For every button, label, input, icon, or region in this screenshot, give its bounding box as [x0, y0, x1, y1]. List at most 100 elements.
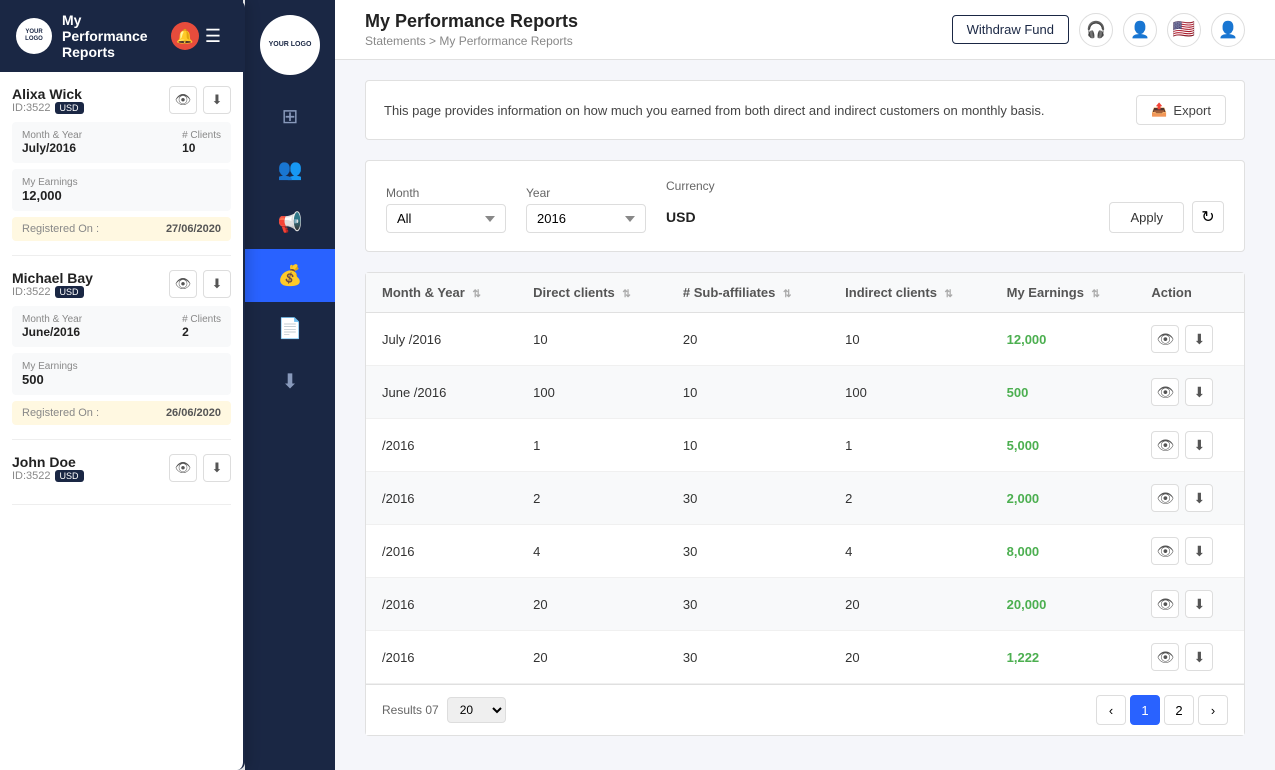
info-text: This page provides information on how mu…: [384, 103, 1044, 118]
month-filter-group: Month All January February March April M…: [386, 186, 506, 233]
registered-row-1: Registered On : 27/06/2020: [12, 217, 231, 241]
filters-bar: Month All January February March April M…: [365, 160, 1245, 252]
prev-page-button[interactable]: ‹: [1096, 695, 1126, 725]
download-button[interactable]: ⬇: [1185, 590, 1213, 618]
cell-earnings: 20,000: [991, 578, 1136, 631]
client-name-2: Michael Bay: [12, 270, 93, 286]
cell-month-year: /2016: [366, 419, 517, 472]
headset-icon[interactable]: 🎧: [1079, 13, 1113, 47]
currency-value: USD: [666, 201, 715, 233]
page-1-button[interactable]: 1: [1130, 695, 1160, 725]
sort-direct-icon[interactable]: ⇅: [622, 289, 630, 300]
row-action-btns: 👁 ⬇: [1151, 643, 1228, 671]
client-download-btn-1[interactable]: ⬇: [203, 86, 231, 114]
cell-indirect-clients: 4: [829, 525, 990, 578]
view-button[interactable]: 👁: [1151, 431, 1179, 459]
col-indirect-clients: Indirect clients ⇅: [829, 273, 990, 313]
cell-indirect-clients: 1: [829, 419, 990, 472]
refresh-button[interactable]: ↻: [1192, 201, 1224, 233]
client-download-btn-3[interactable]: ⬇: [203, 454, 231, 482]
earnings-value-2: 500: [22, 372, 221, 387]
cell-action: 👁 ⬇: [1135, 313, 1244, 366]
client-download-btn-2[interactable]: ⬇: [203, 270, 231, 298]
client-name-1: Alixa Wick: [12, 86, 84, 102]
sort-month-year-icon[interactable]: ⇅: [472, 289, 480, 300]
breadcrumb: Statements > My Performance Reports: [365, 34, 578, 48]
cell-sub-affiliates: 10: [667, 419, 829, 472]
sidebar-item-reports[interactable]: 💰: [245, 249, 335, 302]
sort-earnings-icon[interactable]: ⇅: [1092, 289, 1100, 300]
panel-menu-icon[interactable]: ☰: [199, 22, 227, 50]
download-button[interactable]: ⬇: [1185, 643, 1213, 671]
client-card-1: Alixa Wick ID:3522 USD 👁 ⬇ Month & Year …: [12, 72, 231, 256]
cell-action: 👁 ⬇: [1135, 419, 1244, 472]
download-button[interactable]: ⬇: [1185, 378, 1213, 406]
client-actions-3: 👁 ⬇: [169, 454, 231, 482]
download-button[interactable]: ⬇: [1185, 537, 1213, 565]
view-button[interactable]: 👁: [1151, 643, 1179, 671]
withdraw-fund-button[interactable]: Withdraw Fund: [952, 15, 1069, 44]
row-action-btns: 👁 ⬇: [1151, 378, 1228, 406]
sidebar-item-users[interactable]: 👥: [245, 143, 335, 196]
year-label: Year: [526, 186, 646, 200]
row-action-btns: 👁 ⬇: [1151, 484, 1228, 512]
reg-date-1: 27/06/2020: [166, 223, 221, 235]
cell-month-year: /2016: [366, 578, 517, 631]
sidebar-item-campaigns[interactable]: 📢: [245, 196, 335, 249]
notifications-icon[interactable]: 👤: [1123, 13, 1157, 47]
sidebar-item-extra[interactable]: ⬇: [245, 355, 335, 408]
download-button[interactable]: ⬇: [1185, 431, 1213, 459]
client-id-3: ID:3522 USD: [12, 470, 84, 482]
per-page-select[interactable]: 20 50 100: [447, 697, 506, 723]
client-view-btn-2[interactable]: 👁: [169, 270, 197, 298]
cell-action: 👁 ⬇: [1135, 525, 1244, 578]
view-button[interactable]: 👁: [1151, 325, 1179, 353]
performance-table: Month & Year ⇅ Direct clients ⇅ # Sub-af…: [366, 273, 1244, 684]
results-text: Results 07: [382, 703, 439, 717]
next-page-button[interactable]: ›: [1198, 695, 1228, 725]
client-view-btn-1[interactable]: 👁: [169, 86, 197, 114]
client-view-btn-3[interactable]: 👁: [169, 454, 197, 482]
export-icon: 📤: [1151, 102, 1167, 118]
user-profile-icon[interactable]: 👤: [1211, 13, 1245, 47]
client-actions-2: 👁 ⬇: [169, 270, 231, 298]
cell-sub-affiliates: 10: [667, 366, 829, 419]
page-2-button[interactable]: 2: [1164, 695, 1194, 725]
cell-direct-clients: 20: [517, 631, 667, 684]
cell-indirect-clients: 20: [829, 631, 990, 684]
download-button[interactable]: ⬇: [1185, 484, 1213, 512]
sidebar-item-dashboard[interactable]: ⊞: [245, 90, 335, 143]
year-select[interactable]: 2016 2017 2018 2019 2020: [526, 204, 646, 233]
cell-earnings: 1,222: [991, 631, 1136, 684]
sort-indirect-icon[interactable]: ⇅: [945, 289, 953, 300]
client-header-2: Michael Bay ID:3522 USD 👁 ⬇: [12, 270, 231, 298]
panel-body: Alixa Wick ID:3522 USD 👁 ⬇ Month & Year …: [0, 72, 243, 770]
col-action: Action: [1135, 273, 1244, 313]
table-row: /2016 20 30 20 20,000 👁 ⬇: [366, 578, 1244, 631]
cell-earnings: 500: [991, 366, 1136, 419]
cell-month-year: /2016: [366, 472, 517, 525]
download-button[interactable]: ⬇: [1185, 325, 1213, 353]
table-body: July /2016 10 20 10 12,000 👁 ⬇ June /201…: [366, 313, 1244, 684]
view-button[interactable]: 👁: [1151, 590, 1179, 618]
view-button[interactable]: 👁: [1151, 484, 1179, 512]
view-button[interactable]: 👁: [1151, 378, 1179, 406]
table-row: June /2016 100 10 100 500 👁 ⬇: [366, 366, 1244, 419]
row-action-btns: 👁 ⬇: [1151, 537, 1228, 565]
cell-earnings: 12,000: [991, 313, 1136, 366]
sort-sub-icon[interactable]: ⇅: [783, 289, 791, 300]
info-banner: This page provides information on how mu…: [365, 80, 1245, 140]
topbar-title: My Performance Reports Statements > My P…: [365, 11, 578, 48]
cell-direct-clients: 100: [517, 366, 667, 419]
export-button[interactable]: 📤 Export: [1136, 95, 1226, 125]
stat-clients-2: 2: [182, 325, 221, 339]
sidebar-item-statements[interactable]: 📄: [245, 302, 335, 355]
language-flag-icon[interactable]: 🇺🇸: [1167, 13, 1201, 47]
cell-month-year: June /2016: [366, 366, 517, 419]
month-select[interactable]: All January February March April May Jun…: [386, 204, 506, 233]
view-button[interactable]: 👁: [1151, 537, 1179, 565]
apply-button[interactable]: Apply: [1109, 202, 1184, 233]
panel-bell-icon[interactable]: 🔔: [171, 22, 199, 50]
client-id-1: ID:3522 USD: [12, 102, 84, 114]
stat-month-2: June/2016: [22, 325, 82, 339]
